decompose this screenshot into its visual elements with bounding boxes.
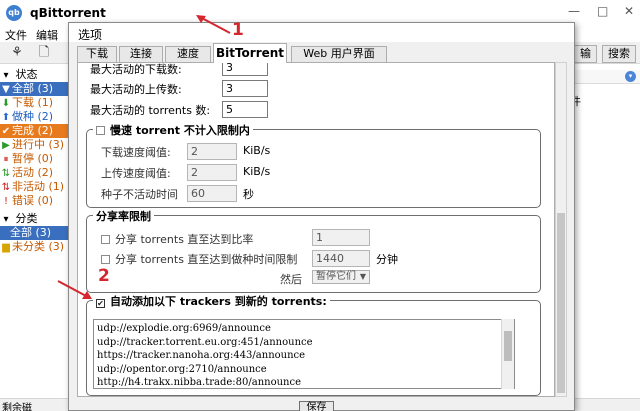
annotation-number-two: 2 [98, 266, 110, 286]
annotation-arrow-line [57, 280, 89, 298]
annotation-arrows [57, 15, 231, 299]
annotation-number-one: 1 [232, 20, 244, 40]
